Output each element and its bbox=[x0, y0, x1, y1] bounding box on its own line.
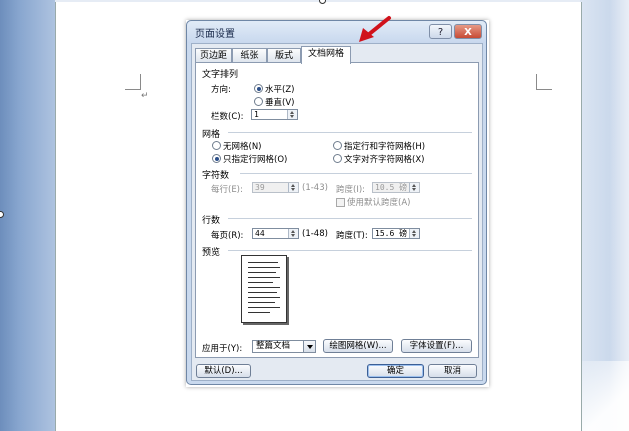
cancel-button[interactable]: 取消 bbox=[428, 364, 477, 378]
line-pitch-value: 15.6 磅 bbox=[375, 229, 408, 238]
chars-per-line-spinner[interactable]: 39 bbox=[252, 182, 299, 193]
preview-line bbox=[248, 282, 273, 283]
dialog-titlebar[interactable]: 页面设置 ? X bbox=[187, 21, 486, 43]
char-pitch-label: 跨度(I): bbox=[336, 185, 366, 195]
preview-line bbox=[248, 302, 275, 303]
preview-page bbox=[241, 255, 287, 323]
columns-value: 1 bbox=[254, 110, 259, 119]
radio-horizontal-label[interactable]: 水平(Z) bbox=[265, 83, 294, 95]
default-pitch-checkbox[interactable] bbox=[336, 198, 345, 207]
line-pitch-label: 跨度(T): bbox=[336, 231, 368, 241]
tab-paper[interactable]: 纸张 bbox=[232, 48, 267, 63]
tab-margins[interactable]: 页边距 bbox=[195, 48, 232, 63]
section-divider bbox=[228, 132, 472, 133]
ok-button[interactable]: 确定 bbox=[367, 364, 424, 378]
paragraph-mark: ↵ bbox=[141, 91, 149, 101]
radio-line-grid-only-label[interactable]: 只指定行网格(O) bbox=[223, 153, 287, 165]
preview-line bbox=[248, 307, 280, 308]
preview-line bbox=[248, 312, 270, 313]
dialog-title: 页面设置 bbox=[195, 29, 235, 40]
document-grid-panel: 文字排列 方向: 水平(Z) 垂直(V) 栏数(C): 1 网格 无网格(N) … bbox=[195, 62, 479, 358]
columns-label: 栏数(C): bbox=[211, 112, 244, 122]
line-pitch-spinner[interactable]: 15.6 磅 bbox=[372, 228, 420, 239]
section-grid: 网格 bbox=[202, 130, 221, 140]
radio-align-char-grid[interactable] bbox=[333, 154, 342, 163]
tab-document-grid[interactable]: 文档网格 bbox=[301, 46, 351, 64]
radio-align-char-grid-label[interactable]: 文字对齐字符网格(X) bbox=[344, 153, 424, 165]
page-setup-dialog: 页面设置 ? X 页边距 纸张 版式 文档网格 文字排列 方向: 水平(Z) 垂… bbox=[186, 20, 487, 385]
chars-per-line-label: 每行(E): bbox=[211, 185, 243, 195]
font-settings-button[interactable]: 字体设置(F)... bbox=[401, 339, 472, 353]
apply-to-value: 整篇文档 bbox=[256, 341, 291, 351]
preview-line bbox=[248, 297, 280, 298]
lines-per-page-spinner[interactable]: 44 bbox=[252, 228, 299, 239]
drawing-grid-button[interactable]: 绘图网格(W)... bbox=[323, 339, 393, 353]
apply-to-label: 应用于(Y): bbox=[202, 344, 243, 354]
section-preview: 预览 bbox=[202, 248, 221, 258]
columns-spinner[interactable]: 1 bbox=[251, 109, 298, 120]
radio-vertical[interactable] bbox=[254, 97, 263, 106]
window-background-left bbox=[0, 0, 55, 431]
lines-per-page-value: 44 bbox=[255, 229, 265, 238]
preview-line bbox=[248, 287, 280, 288]
tab-layout[interactable]: 版式 bbox=[267, 48, 301, 63]
spinner-arrows-icon[interactable] bbox=[409, 229, 419, 238]
default-button[interactable]: 默认(D)... bbox=[196, 364, 251, 378]
spinner-arrows-icon[interactable] bbox=[409, 183, 419, 192]
default-pitch-label[interactable]: 使用默认跨度(A) bbox=[347, 196, 410, 208]
apply-to-select[interactable]: 整篇文档 bbox=[252, 340, 316, 353]
preview-line bbox=[248, 272, 276, 273]
lines-per-page-label: 每页(R): bbox=[211, 231, 244, 241]
spinner-arrows-icon[interactable] bbox=[287, 110, 297, 119]
dialog-body: 页边距 纸张 版式 文档网格 文字排列 方向: 水平(Z) 垂直(V) 栏数(C… bbox=[191, 43, 483, 381]
close-button[interactable]: X bbox=[454, 24, 482, 39]
radio-no-grid-label[interactable]: 无网格(N) bbox=[223, 140, 262, 152]
chevron-down-icon[interactable] bbox=[303, 341, 315, 352]
radio-line-and-char-grid-label[interactable]: 指定行和字符网格(H) bbox=[344, 140, 425, 152]
spinner-arrows-icon[interactable] bbox=[288, 229, 298, 238]
preview-line bbox=[248, 262, 278, 263]
section-lines: 行数 bbox=[202, 216, 221, 226]
help-button[interactable]: ? bbox=[429, 24, 452, 39]
char-pitch-value: 10.5 磅 bbox=[375, 183, 408, 192]
margin-corner-top-right bbox=[536, 74, 552, 90]
spinner-arrows-icon[interactable] bbox=[288, 183, 298, 192]
preview-line bbox=[248, 292, 277, 293]
radio-line-and-char-grid[interactable] bbox=[333, 141, 342, 150]
preview-line bbox=[248, 267, 280, 268]
radio-horizontal[interactable] bbox=[254, 84, 263, 93]
chars-range: (1-43) bbox=[302, 183, 328, 193]
section-divider bbox=[240, 173, 472, 174]
radio-no-grid[interactable] bbox=[212, 141, 221, 150]
preview-line bbox=[248, 277, 280, 278]
radio-vertical-label[interactable]: 垂直(V) bbox=[265, 96, 294, 108]
annotation-arrow-icon bbox=[359, 16, 391, 42]
section-divider bbox=[228, 250, 472, 251]
chars-per-line-value: 39 bbox=[255, 183, 265, 192]
radio-line-grid-only[interactable] bbox=[212, 154, 221, 163]
margin-corner-top-left bbox=[125, 74, 141, 90]
section-chars: 字符数 bbox=[202, 171, 230, 181]
lines-range: (1-48) bbox=[302, 229, 328, 239]
section-text-direction: 文字排列 bbox=[202, 70, 239, 80]
section-divider bbox=[228, 218, 472, 219]
direction-label: 方向: bbox=[211, 85, 231, 95]
char-pitch-spinner[interactable]: 10.5 磅 bbox=[372, 182, 420, 193]
